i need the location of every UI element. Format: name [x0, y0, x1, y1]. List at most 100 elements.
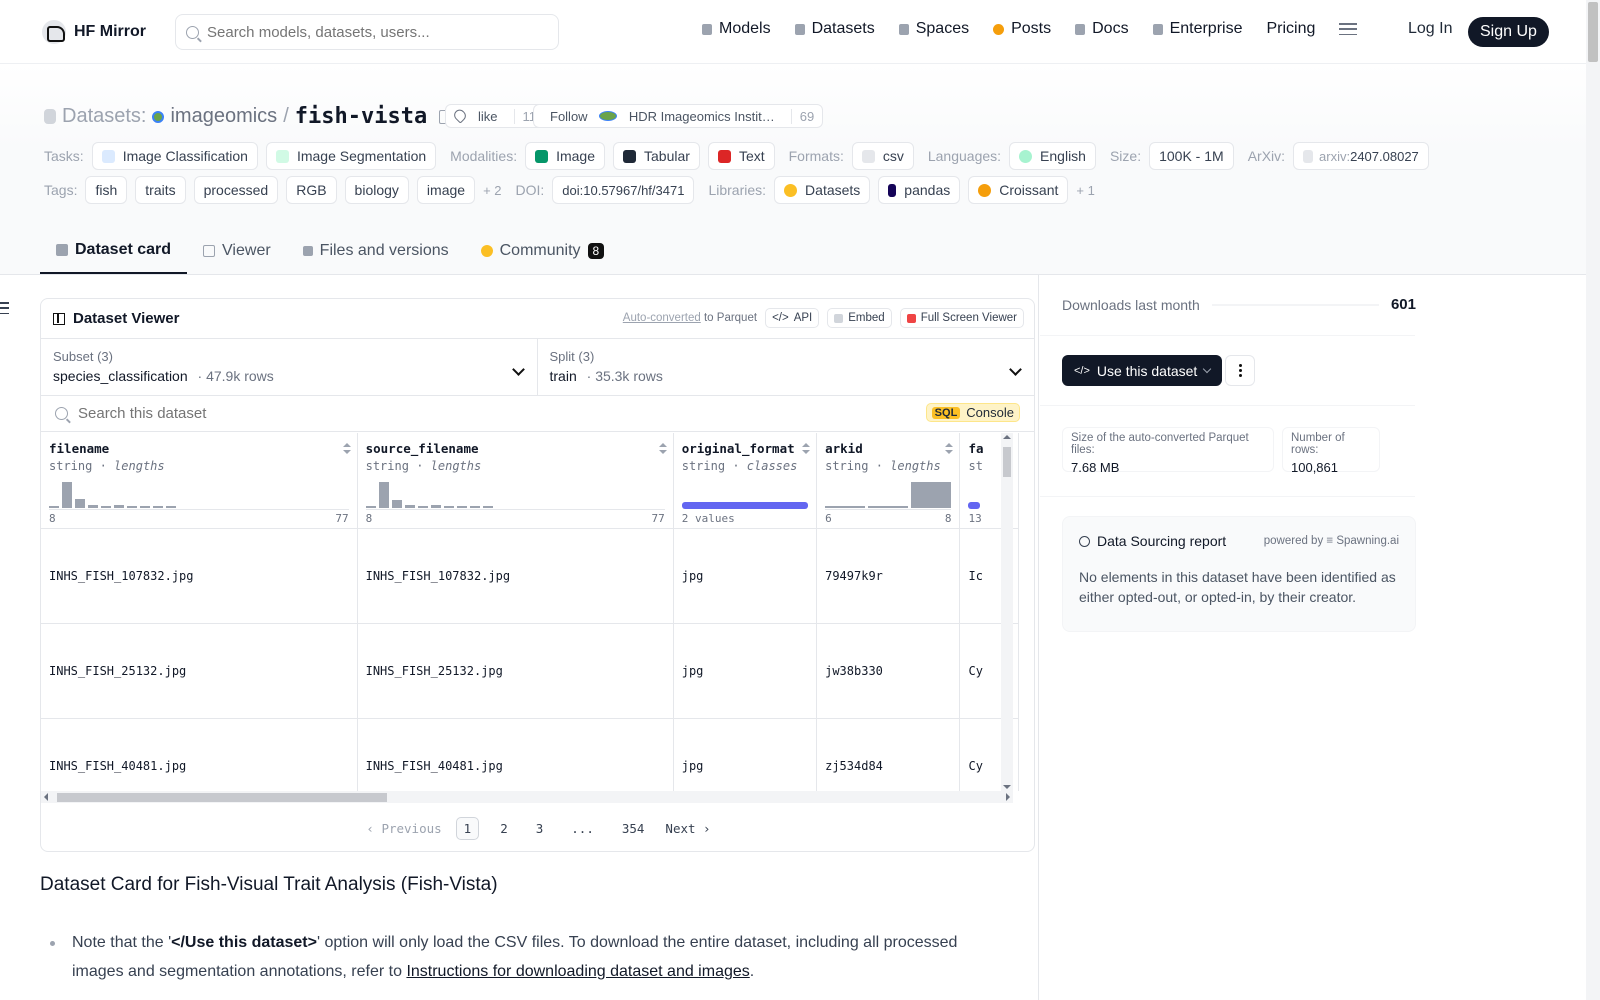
tag-traits[interactable]: traits — [135, 176, 186, 204]
class-distribution-bar[interactable] — [681, 502, 809, 509]
sort-icon[interactable] — [658, 443, 667, 454]
auto-converted-note[interactable]: Auto-converted to Parquet — [623, 312, 757, 324]
toc-toggle-icon[interactable] — [0, 302, 9, 314]
tags-more[interactable]: + 2 — [483, 183, 501, 198]
arxiv-tag[interactable]: arxiv: 2407.08027 — [1293, 142, 1429, 170]
table-cell[interactable]: jw38b330 — [816, 623, 961, 719]
tab-community[interactable]: Community 8 — [465, 228, 621, 274]
org-link[interactable]: imageomics — [170, 105, 277, 128]
table-cell[interactable]: zj534d84 — [816, 718, 961, 791]
sort-icon[interactable] — [802, 443, 811, 454]
table-row[interactable]: INHS_FISH_40481.jpg INHS_FISH_40481.jpg … — [41, 718, 1019, 791]
previous-page-button[interactable]: ‹ Previous — [366, 821, 441, 836]
length-histogram[interactable] — [365, 481, 493, 508]
library-datasets[interactable]: Datasets — [774, 176, 871, 204]
column-header-arkid[interactable]: arkid string · lengths 68 — [816, 433, 961, 529]
library-pandas[interactable]: pandas — [878, 176, 961, 204]
more-menu-icon[interactable] — [1339, 23, 1358, 35]
column-header-filename[interactable]: filename string · lengths 8 77 — [41, 433, 358, 529]
nav-docs[interactable]: Docs — [1075, 20, 1129, 38]
more-options-button[interactable] — [1225, 355, 1255, 386]
subset-select[interactable]: Subset (3) species_classification · 47.9… — [41, 339, 538, 395]
nav-pricing[interactable]: Pricing — [1266, 20, 1315, 38]
next-page-button[interactable]: Next › — [665, 821, 710, 836]
page-scrollbar[interactable] — [1586, 0, 1600, 1000]
global-search-input[interactable] — [207, 23, 537, 41]
table-row[interactable]: INHS_FISH_25132.jpg INHS_FISH_25132.jpg … — [41, 623, 1019, 719]
format-csv[interactable]: csv — [851, 142, 914, 170]
table-cell[interactable]: INHS_FISH_40481.jpg — [357, 718, 674, 791]
histogram-bar[interactable] — [391, 500, 402, 508]
histogram-bar[interactable] — [911, 482, 952, 508]
page-2-button[interactable]: 2 — [493, 818, 515, 839]
table-cell[interactable]: jpg — [673, 718, 818, 791]
tag-processed[interactable]: processed — [193, 176, 279, 204]
table-cell[interactable]: 79497k9r — [816, 528, 961, 624]
split-select[interactable]: Split (3) train · 35.3k rows — [538, 339, 1035, 395]
spawning-icon — [1079, 535, 1090, 547]
page-last-button[interactable]: 354 — [615, 818, 652, 839]
library-croissant[interactable]: Croissant — [968, 176, 1069, 204]
column-header-original-format[interactable]: original_format string · classes 2 value… — [673, 433, 818, 529]
task-image-classification[interactable]: Image Classification — [91, 142, 258, 170]
doi-tag[interactable]: doi:10.57967/hf/3471 — [552, 176, 695, 204]
repo-type-label[interactable]: Datasets: — [62, 105, 146, 128]
table-cell[interactable]: jpg — [673, 623, 818, 719]
libraries-more[interactable]: + 1 — [1076, 183, 1094, 198]
fullscreen-viewer-button[interactable]: Full Screen Viewer — [899, 308, 1024, 328]
language-english[interactable]: English — [1009, 142, 1096, 170]
nav-enterprise[interactable]: Enterprise — [1152, 20, 1242, 38]
api-button[interactable]: </> API — [765, 308, 820, 328]
table-cell[interactable]: INHS_FISH_107832.jpg — [41, 528, 358, 624]
table-cell[interactable]: INHS_FISH_25132.jpg — [357, 623, 674, 719]
follow-button[interactable]: Follow HDR Imageomics Instit… 69 — [533, 104, 824, 128]
tag-biology[interactable]: biology — [344, 176, 409, 204]
repo-name[interactable]: fish-vista — [295, 104, 427, 129]
like-button[interactable]: like 11 — [445, 104, 546, 128]
powered-by[interactable]: powered by ≡ Spawning.ai — [1264, 535, 1399, 547]
modality-text[interactable]: Text — [707, 142, 775, 170]
tag-fish[interactable]: fish — [85, 176, 128, 204]
tag-image[interactable]: image — [416, 176, 476, 204]
histogram-bar[interactable] — [75, 499, 85, 508]
length-histogram[interactable] — [49, 481, 176, 508]
dataset-search-input[interactable] — [78, 405, 678, 422]
nav-spaces[interactable]: Spaces — [898, 20, 969, 38]
nav-models[interactable]: Models — [702, 20, 771, 38]
table-horizontal-scrollbar[interactable] — [41, 791, 1013, 803]
task-image-segmentation[interactable]: Image Segmentation — [265, 142, 437, 170]
modality-tabular[interactable]: Tabular — [613, 142, 700, 170]
brand-logo[interactable]: HF Mirror — [42, 20, 146, 44]
table-cell[interactable]: INHS_FISH_107832.jpg — [357, 528, 674, 624]
column-header-source-filename[interactable]: source_filename string · lengths 8 77 — [357, 433, 674, 529]
page-3-button[interactable]: 3 — [529, 818, 551, 839]
dataset-search[interactable]: SQLConsole — [41, 396, 1034, 432]
login-link[interactable]: Log In — [1408, 20, 1452, 38]
sort-icon[interactable] — [342, 443, 351, 454]
nav-posts[interactable]: Posts — [993, 20, 1051, 38]
global-search[interactable] — [175, 14, 559, 50]
length-histogram[interactable] — [825, 481, 952, 508]
table-cell[interactable]: INHS_FISH_40481.jpg — [41, 718, 358, 791]
embed-button[interactable]: Embed — [827, 308, 892, 328]
tab-dataset-card[interactable]: Dataset card — [40, 228, 188, 274]
tab-viewer[interactable]: Viewer — [187, 228, 287, 274]
table-cell[interactable]: jpg — [673, 528, 818, 624]
use-this-dataset-button[interactable]: </> Use this dataset — [1062, 355, 1223, 386]
sql-console-button[interactable]: SQL Console — [925, 403, 1020, 422]
nav-datasets[interactable]: Datasets — [794, 20, 875, 38]
tab-files-and-versions[interactable]: Files and versions — [287, 228, 465, 274]
page-1-button[interactable]: 1 — [455, 816, 480, 840]
table-vertical-scrollbar[interactable] — [1001, 433, 1013, 791]
download-instructions-link[interactable]: Instructions for downloading dataset and… — [406, 963, 749, 980]
size-tag[interactable]: 100K - 1M — [1149, 142, 1234, 170]
histogram-bar[interactable] — [62, 482, 72, 508]
table-cell[interactable]: INHS_FISH_25132.jpg — [41, 623, 358, 719]
modality-image[interactable]: Image — [525, 142, 606, 170]
histogram-bar[interactable] — [378, 482, 389, 508]
signup-button[interactable]: Sign Up — [1468, 17, 1549, 47]
tag-rgb[interactable]: RGB — [286, 176, 337, 204]
class-distribution-bar[interactable] — [968, 502, 981, 509]
table-row[interactable]: INHS_FISH_107832.jpg INHS_FISH_107832.jp… — [41, 528, 1019, 624]
sort-icon[interactable] — [945, 443, 954, 454]
